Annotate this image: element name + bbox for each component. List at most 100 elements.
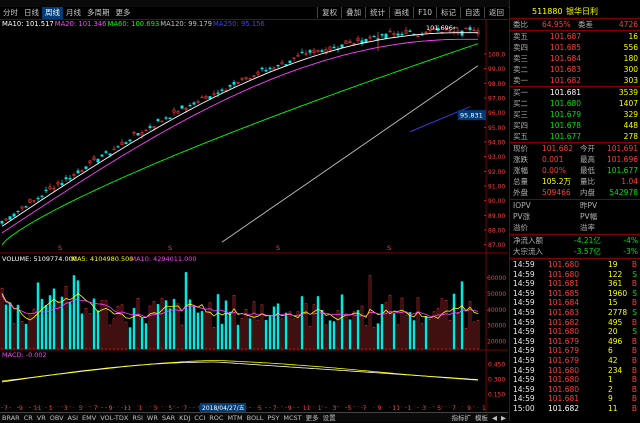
indicator-tab-2[interactable]: VR xyxy=(35,414,48,423)
candle-body xyxy=(64,177,68,179)
volume-bar xyxy=(100,300,104,350)
toolbar-button-4[interactable]: F10 xyxy=(413,7,436,18)
tab-0[interactable]: 分时 xyxy=(0,7,21,19)
volume-bar xyxy=(60,296,64,350)
candle-body xyxy=(232,81,236,85)
indicator-tab-17[interactable]: 更多 xyxy=(304,414,321,423)
tab-4[interactable]: 多周期 xyxy=(84,7,113,19)
volume-bar xyxy=(352,311,356,350)
extra-label: 昨PV xyxy=(580,201,598,210)
volume-bar xyxy=(340,294,344,350)
chart-area[interactable]: MA10: 101.517 MA20: 101.346 MA60: 100.693 M… xyxy=(0,19,508,412)
volume-bar xyxy=(72,275,76,350)
toolbar-button-1[interactable]: 叠加 xyxy=(341,7,365,18)
tick-direction: B xyxy=(631,404,637,413)
indicator-tab-1[interactable]: CR xyxy=(22,414,35,423)
candle-body xyxy=(264,69,268,72)
ma120-line xyxy=(221,65,479,243)
indicator-nav-2[interactable]: ◀ xyxy=(490,414,499,423)
toolbar-button-3[interactable]: 画线 xyxy=(389,7,413,18)
volume-bar xyxy=(172,298,176,350)
indicator-tab-7[interactable]: RSI xyxy=(130,414,145,423)
volume-y-tick-label: 20000 xyxy=(487,339,506,346)
candle-body xyxy=(12,213,16,217)
bid-price: 101.678 xyxy=(550,121,582,130)
volume-bar xyxy=(384,302,388,350)
ask-label: 卖一 xyxy=(513,76,528,85)
volume-bar xyxy=(268,315,272,350)
indicator-tab-8[interactable]: WR xyxy=(145,414,160,423)
toolbar-button-0[interactable]: 复权 xyxy=(317,7,341,18)
x-tick-label: 3 xyxy=(153,405,157,412)
ask-row: 卖二 101.683 300 xyxy=(510,64,640,75)
volume-bar xyxy=(428,319,432,350)
indicator-tab-10[interactable]: KDJ xyxy=(177,414,192,423)
toolbar-button-5[interactable]: 标记 xyxy=(436,7,460,18)
volume-bar xyxy=(140,317,144,350)
candle-body xyxy=(60,183,64,186)
ask-label: 卖二 xyxy=(513,65,528,74)
candle-body xyxy=(116,146,120,148)
indicator-tab-14[interactable]: BOLL xyxy=(245,414,266,423)
toolbar-button-6[interactable]: 自选 xyxy=(460,7,484,18)
ask-price: 101.685 xyxy=(550,43,582,52)
tab-5[interactable]: 更多 xyxy=(113,7,134,19)
bid-label: 买一 xyxy=(513,88,528,97)
ask-price: 101.687 xyxy=(550,32,582,41)
volume-bar xyxy=(16,304,20,350)
indicator-nav-0[interactable]: 指标扩 xyxy=(450,414,474,423)
tab-3[interactable]: 月线 xyxy=(63,7,84,19)
y-tick-label: 96.00 xyxy=(488,110,505,117)
indicator-tab-16[interactable]: MCST xyxy=(281,414,303,423)
volume-bar xyxy=(364,325,368,350)
indicator-tab-13[interactable]: MTM xyxy=(225,414,244,423)
indicator-tab-11[interactable]: CCI xyxy=(192,414,207,423)
volume-bar xyxy=(452,293,456,350)
volume-bar xyxy=(276,303,280,350)
volume-label-0: VOLUME: 5109774.000 xyxy=(2,255,77,263)
volume-bar xyxy=(280,318,284,350)
candle-body xyxy=(332,46,336,49)
toolbar-button-7[interactable]: 返回 xyxy=(484,7,508,18)
volume-bar xyxy=(460,281,464,350)
candle-body xyxy=(0,221,4,224)
tab-2[interactable]: 周线 xyxy=(42,7,63,19)
flow-value: -3.57亿 xyxy=(574,247,601,256)
volume-bar xyxy=(420,323,424,350)
volume-bar xyxy=(252,301,256,350)
indicator-nav-3[interactable]: ▶ xyxy=(499,414,508,423)
candle-body xyxy=(220,89,224,91)
candle-body xyxy=(300,51,304,54)
tab-1[interactable]: 日线 xyxy=(21,7,42,19)
candle-body xyxy=(408,30,412,32)
indicator-tab-0[interactable]: BRAR xyxy=(0,414,22,423)
indicator-tab-4[interactable]: ASI xyxy=(66,414,81,423)
candle-body xyxy=(108,153,112,156)
indicator-nav-1[interactable]: 模板 xyxy=(473,414,490,423)
x-tick-label: 9 xyxy=(467,405,471,412)
tick-row: 15:00 101.682 11 B xyxy=(510,403,640,414)
indicator-tab-12[interactable]: ROC xyxy=(207,414,225,423)
candle-body xyxy=(36,197,40,200)
volume-bar xyxy=(212,326,216,350)
stat-value: 101.691 xyxy=(606,144,638,153)
stock-code: 511880 xyxy=(532,7,563,16)
y-tick-label: 94.00 xyxy=(488,139,505,146)
bid-row: 买一 101.681 3539 xyxy=(510,87,640,98)
volume-bar xyxy=(156,304,160,350)
x-tick-label: 5 xyxy=(348,405,352,412)
indicator-tab-3[interactable]: OBV xyxy=(48,414,66,423)
candle-body xyxy=(400,33,404,36)
candle-body xyxy=(16,210,20,213)
toolbar-button-2[interactable]: 统计 xyxy=(365,7,389,18)
flow-pct: -3% xyxy=(623,247,638,256)
indicator-tab-15[interactable]: PSY xyxy=(265,414,281,423)
indicator-tab-18[interactable]: 设置 xyxy=(321,414,338,423)
x-tick-label: 11 xyxy=(303,405,311,412)
x-tick-label: 11 xyxy=(34,405,42,412)
indicator-tab-6[interactable]: VOL-TDX xyxy=(98,414,130,423)
indicator-tab-9[interactable]: SAR xyxy=(160,414,177,423)
indicator-tab-5[interactable]: EMV xyxy=(80,414,98,423)
kline-chart[interactable]: MA10: 101.517 MA20: 101.346 MA60: 100.693 M… xyxy=(0,19,508,412)
y-tick-label: 91.00 xyxy=(488,183,505,190)
